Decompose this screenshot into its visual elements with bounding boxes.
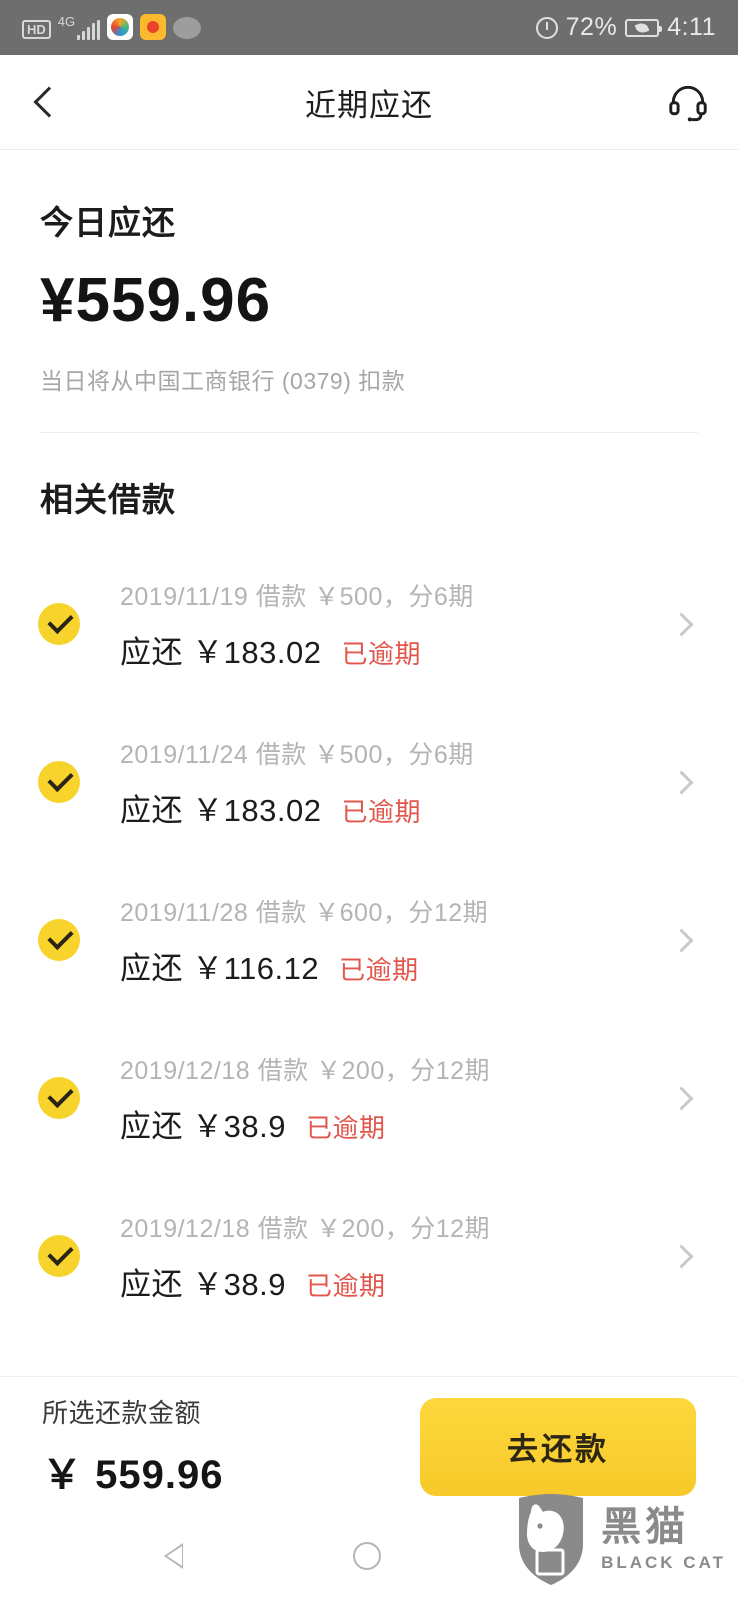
loan-due-amount: 应还 ￥183.02 bbox=[120, 634, 322, 670]
status-badge: 已逾期 bbox=[305, 1270, 386, 1301]
loan-list: 2019/11/19 借款 ￥500，分6期 应还 ￥183.02 已逾期 20… bbox=[0, 521, 738, 1335]
loan-checkbox[interactable] bbox=[38, 1235, 80, 1277]
loan-due-line: 应还 ￥183.02 已逾期 bbox=[120, 785, 673, 830]
circle-home-icon[interactable] bbox=[352, 1542, 381, 1570]
loan-due-amount: 应还 ￥116.12 bbox=[120, 950, 320, 986]
selected-amount-value: ￥ 559.96 bbox=[42, 1453, 224, 1497]
loan-body: 2019/11/28 借款 ￥600，分12期 应还 ￥116.12 已逾期 bbox=[120, 893, 673, 988]
related-loans-title: 相关借款 bbox=[40, 481, 176, 518]
bottom-action-bar: 所选还款金额 ￥ 559.96 去还款 bbox=[0, 1376, 738, 1516]
network-type-label: 4G bbox=[57, 13, 76, 29]
status-bar-right: 72% 4:11 bbox=[535, 13, 716, 42]
hd-icon: HD bbox=[22, 19, 51, 39]
triangle-back-icon[interactable] bbox=[163, 1541, 206, 1571]
list-item[interactable]: 2019/11/19 借款 ￥500，分6期 应还 ￥183.02 已逾期 bbox=[0, 545, 738, 703]
loan-due-line: 应还 ￥116.12 已逾期 bbox=[120, 943, 673, 988]
chevron-right-icon[interactable] bbox=[669, 769, 694, 795]
today-due-summary: 今日应还 ¥559.96 当日将从中国工商银行 (0379) 扣款 bbox=[0, 150, 738, 396]
loan-meta: 2019/12/18 借款 ￥200，分12期 bbox=[120, 1056, 491, 1085]
kuaishou-app-icon bbox=[107, 13, 134, 40]
battery-percent-label: 72% bbox=[565, 13, 618, 41]
loan-due-line: 应还 ￥38.9 已逾期 bbox=[120, 1259, 673, 1304]
loan-body: 2019/12/18 借款 ￥200，分12期 应还 ￥38.9 已逾期 bbox=[120, 1209, 673, 1304]
loan-due-line: 应还 ￥183.02 已逾期 bbox=[120, 627, 673, 672]
page-title: 近期应还 bbox=[305, 87, 433, 123]
weibo-app-icon bbox=[140, 13, 167, 40]
status-bar: HD 4G 72% 4:11 bbox=[0, 0, 738, 55]
headset-icon bbox=[669, 85, 707, 122]
loan-due-amount: 应还 ￥38.9 bbox=[120, 1108, 286, 1144]
chevron-right-icon[interactable] bbox=[669, 611, 694, 637]
status-badge: 已逾期 bbox=[305, 1112, 386, 1143]
chevron-right-icon[interactable] bbox=[669, 927, 694, 953]
loan-meta: 2019/11/28 借款 ￥600，分12期 bbox=[120, 898, 489, 927]
list-item[interactable]: 2019/12/18 借款 ￥200，分12期 应还 ￥38.9 已逾期 bbox=[0, 1177, 738, 1335]
summary-title: 今日应还 bbox=[40, 204, 176, 241]
android-nav-bar bbox=[0, 1512, 738, 1600]
list-item[interactable]: 2019/11/28 借款 ￥600，分12期 应还 ￥116.12 已逾期 bbox=[0, 861, 738, 1019]
loan-due-amount: 应还 ￥38.9 bbox=[120, 1266, 286, 1302]
status-badge: 已逾期 bbox=[341, 638, 421, 669]
wechat-app-icon bbox=[173, 16, 202, 39]
loan-meta: 2019/11/24 借款 ￥500，分6期 bbox=[120, 740, 474, 769]
loan-meta: 2019/11/19 借款 ￥500，分6期 bbox=[120, 582, 474, 611]
loan-checkbox[interactable] bbox=[38, 1077, 80, 1119]
summary-amount: ¥559.96 bbox=[40, 266, 272, 335]
loan-body: 2019/12/18 借款 ￥200，分12期 应还 ￥38.9 已逾期 bbox=[120, 1051, 673, 1146]
chevron-left-icon bbox=[33, 86, 65, 118]
loan-due-line: 应还 ￥38.9 已逾期 bbox=[120, 1101, 673, 1146]
repay-button[interactable]: 去还款 bbox=[420, 1397, 696, 1496]
chevron-right-icon[interactable] bbox=[669, 1243, 694, 1269]
status-badge: 已逾期 bbox=[341, 796, 421, 827]
back-button[interactable] bbox=[0, 86, 90, 118]
selected-amount-label: 所选还款金额 bbox=[42, 1398, 202, 1428]
list-item[interactable]: 2019/11/24 借款 ￥500，分6期 应还 ￥183.02 已逾期 bbox=[0, 703, 738, 861]
loan-body: 2019/11/19 借款 ￥500，分6期 应还 ￥183.02 已逾期 bbox=[120, 577, 673, 672]
status-badge: 已逾期 bbox=[339, 954, 419, 985]
loan-due-amount: 应还 ￥183.02 bbox=[120, 792, 322, 828]
square-recents-icon[interactable] bbox=[528, 1543, 555, 1569]
battery-saver-icon bbox=[625, 18, 663, 37]
status-bar-left: HD 4G bbox=[22, 13, 202, 42]
loan-body: 2019/11/24 借款 ￥500，分6期 应还 ￥183.02 已逾期 bbox=[120, 735, 673, 830]
alarm-icon bbox=[535, 16, 558, 39]
chevron-right-icon[interactable] bbox=[669, 1085, 694, 1111]
list-item[interactable]: 2019/12/18 借款 ￥200，分12期 应还 ￥38.9 已逾期 bbox=[0, 1019, 738, 1177]
signal-bars-icon bbox=[77, 19, 101, 40]
app-header: 近期应还 bbox=[0, 55, 738, 150]
loan-checkbox[interactable] bbox=[38, 761, 80, 803]
summary-note: 当日将从中国工商银行 (0379) 扣款 bbox=[40, 368, 406, 394]
loan-checkbox[interactable] bbox=[38, 919, 80, 961]
loan-checkbox[interactable] bbox=[38, 603, 80, 645]
signal-icon: 4G bbox=[57, 13, 101, 40]
loan-meta: 2019/12/18 借款 ￥200，分12期 bbox=[120, 1214, 491, 1243]
customer-service-button[interactable] bbox=[638, 80, 738, 124]
clock-label: 4:11 bbox=[667, 13, 716, 41]
selected-amount-block: 所选还款金额 ￥ 559.96 bbox=[42, 1393, 223, 1500]
